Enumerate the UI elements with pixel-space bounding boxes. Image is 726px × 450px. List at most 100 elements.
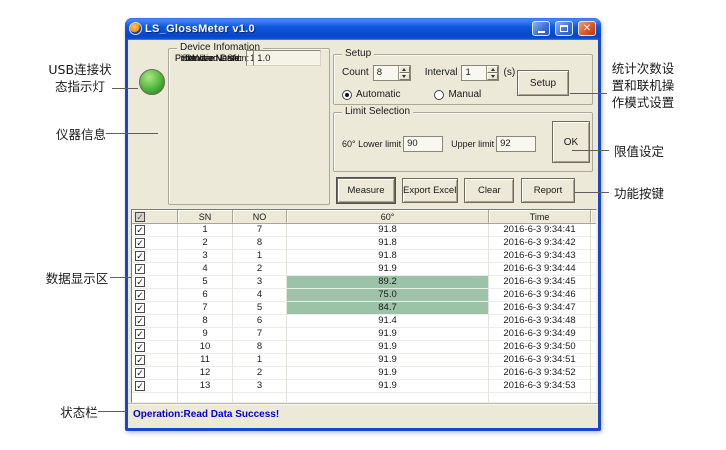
row-checkbox[interactable]: ✓: [135, 303, 145, 313]
cell-time: 2016-6-3 9:34:43: [489, 250, 591, 263]
cell-angle-value: 75.0: [287, 289, 489, 302]
cell-no: 5: [233, 302, 287, 315]
header-sn[interactable]: SN: [178, 210, 233, 224]
interval-stepper-buttons: [486, 66, 498, 80]
table-row[interactable]: ✓ 12 2 91.9 2016-6-3 9:34:52: [132, 367, 596, 380]
clear-button[interactable]: Clear: [464, 178, 514, 203]
cell-sn: 11: [178, 354, 233, 367]
title-bar[interactable]: LS_GlossMeter v1.0 ✕: [125, 18, 601, 39]
lower-limit-input[interactable]: 90: [403, 136, 443, 152]
table-row[interactable]: ✓ 7 5 84.7 2016-6-3 9:34:47: [132, 302, 596, 315]
count-value[interactable]: 8: [374, 66, 398, 80]
interval-up-button[interactable]: [487, 66, 498, 73]
cell-sn: 1: [178, 224, 233, 237]
header-angle[interactable]: 60°: [287, 210, 489, 224]
automatic-radio-label: Automatic: [356, 89, 400, 100]
cell-angle-value: 91.4: [287, 315, 489, 328]
row-checkbox[interactable]: ✓: [135, 329, 145, 339]
row-checkbox[interactable]: ✓: [135, 225, 145, 235]
annotation-function-keys: 功能按键: [612, 185, 666, 202]
count-label: Count: [342, 67, 369, 78]
table-row[interactable]: ✓ 5 3 89.2 2016-6-3 9:34:45: [132, 276, 596, 289]
minimize-icon: [538, 31, 545, 33]
cell-angle-value: 91.8: [287, 224, 489, 237]
leader-line-data-area: [110, 277, 131, 278]
upper-limit-input[interactable]: 92: [496, 136, 536, 152]
cell-time: 2016-6-3 9:34:42: [489, 237, 591, 250]
table-row[interactable]: ✓ 10 8 91.9 2016-6-3 9:34:50: [132, 341, 596, 354]
close-icon: ✕: [583, 24, 591, 34]
row-checkbox[interactable]: ✓: [135, 368, 145, 378]
count-down-button[interactable]: [399, 73, 410, 80]
cell-filler: [591, 237, 596, 250]
cell-angle-value: 91.9: [287, 341, 489, 354]
close-button[interactable]: ✕: [578, 21, 596, 36]
device-info-row: FirmWare Version: 1.0: [175, 49, 321, 66]
automatic-radio[interactable]: [342, 90, 352, 100]
report-button[interactable]: Report: [521, 178, 575, 203]
device-info-group: Device Infomation Device Name: LS192 Pro…: [168, 48, 330, 205]
status-message: Operation:Read Data Success!: [133, 409, 279, 420]
table-row[interactable]: ✓ 8 6 91.4 2016-6-3 9:34:48: [132, 315, 596, 328]
row-checkbox[interactable]: ✓: [135, 381, 145, 391]
cell-filler: [591, 263, 596, 276]
cell-angle-value: 84.7: [287, 302, 489, 315]
table-row[interactable]: ✓ 11 1 91.9 2016-6-3 9:34:51: [132, 354, 596, 367]
row-checkbox-cell: ✓: [132, 302, 178, 315]
cell-time: 2016-6-3 9:34:41: [489, 224, 591, 237]
app-icon: [129, 22, 142, 35]
header-no[interactable]: NO: [233, 210, 287, 224]
cell-angle-value: 91.8: [287, 250, 489, 263]
setup-group-label: Setup: [342, 48, 374, 59]
limit-row: 60° Lower limit 90 Upper limit 92: [342, 135, 536, 152]
cell-filler: [591, 341, 596, 354]
table-row[interactable]: ✓ 4 2 91.9 2016-6-3 9:34:44: [132, 263, 596, 276]
ok-button[interactable]: OK: [552, 121, 590, 163]
manual-radio[interactable]: [434, 90, 444, 100]
cell-no: 8: [233, 237, 287, 250]
row-checkbox[interactable]: ✓: [135, 238, 145, 248]
cell-time: 2016-6-3 9:34:50: [489, 341, 591, 354]
measure-button[interactable]: Measure: [337, 178, 395, 203]
header-time[interactable]: Time: [489, 210, 591, 224]
row-checkbox-cell: ✓: [132, 250, 178, 263]
window-title: LS_GlossMeter v1.0: [145, 23, 527, 35]
count-stepper[interactable]: 8: [373, 65, 411, 81]
row-checkbox[interactable]: ✓: [135, 277, 145, 287]
row-checkbox[interactable]: ✓: [135, 251, 145, 261]
row-checkbox[interactable]: ✓: [135, 264, 145, 274]
table-row[interactable]: ✓ 9 7 91.9 2016-6-3 9:34:49: [132, 328, 596, 341]
minimize-button[interactable]: [532, 21, 550, 36]
cell-time: 2016-6-3 9:34:46: [489, 289, 591, 302]
maximize-button[interactable]: [555, 21, 573, 36]
screenshot-stage: USB连接状态指示灯 仪器信息 数据显示区 状态栏 统计次数设置和联机操作模式设…: [0, 0, 726, 450]
table-row[interactable]: ✓ 2 8 91.8 2016-6-3 9:34:42: [132, 237, 596, 250]
device-field-value: 1.0: [253, 50, 321, 66]
select-all-checkbox[interactable]: ✓: [135, 212, 145, 222]
table-row[interactable]: ✓ 6 4 75.0 2016-6-3 9:34:46: [132, 289, 596, 302]
cell-filler: [591, 354, 596, 367]
cell-no: 2: [233, 263, 287, 276]
interval-down-button[interactable]: [487, 73, 498, 80]
device-field-label: FirmWare Version:: [175, 53, 253, 63]
table-row[interactable]: ✓ 1 7 91.8 2016-6-3 9:34:41: [132, 224, 596, 237]
row-checkbox-cell: ✓: [132, 341, 178, 354]
table-row[interactable]: ✓ 13 3 91.9 2016-6-3 9:34:53: [132, 380, 596, 393]
table-row[interactable]: [132, 393, 596, 403]
export-excel-button[interactable]: Export Excel: [402, 178, 458, 203]
table-row[interactable]: ✓ 3 1 91.8 2016-6-3 9:34:43: [132, 250, 596, 263]
row-checkbox-cell: ✓: [132, 263, 178, 276]
row-checkbox[interactable]: ✓: [135, 316, 145, 326]
setup-button[interactable]: Setup: [517, 70, 569, 96]
row-checkbox[interactable]: ✓: [135, 290, 145, 300]
count-up-button[interactable]: [399, 66, 410, 73]
cell-time: 2016-6-3 9:34:49: [489, 328, 591, 341]
row-checkbox[interactable]: ✓: [135, 342, 145, 352]
interval-stepper[interactable]: 1: [461, 65, 499, 81]
setup-row-count: Count 8 Interval 1: [342, 64, 515, 81]
arrow-up-icon: [402, 68, 406, 71]
interval-value[interactable]: 1: [462, 66, 486, 80]
row-checkbox[interactable]: ✓: [135, 355, 145, 365]
select-all-header-cell[interactable]: ✓: [132, 210, 178, 224]
maximize-icon: [560, 25, 568, 32]
